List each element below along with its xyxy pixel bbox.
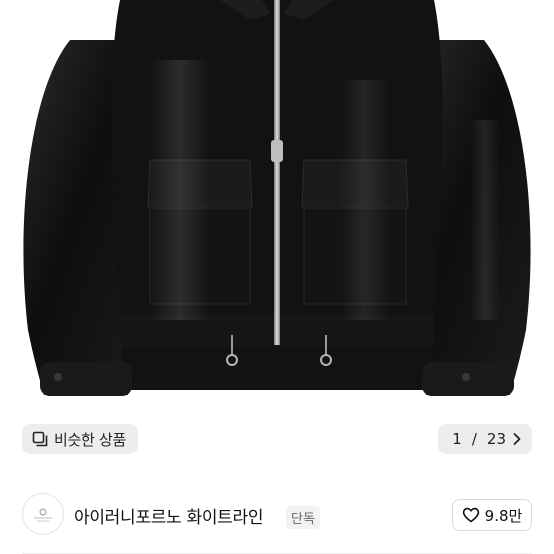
- similar-products-label: 비슷한 상품: [54, 430, 126, 449]
- product-image[interactable]: 비슷한 상품 1 / 23: [0, 0, 554, 471]
- shop-name[interactable]: 아이러니포르노 화이트라인: [74, 503, 263, 528]
- shop-logo[interactable]: [22, 493, 64, 535]
- image-counter-total: 23: [486, 430, 506, 448]
- image-counter-current: 1: [452, 430, 462, 448]
- product-detail-screen: 비슷한 상품 1 / 23 아이러니포르노 화이트라인 단독 9.8만: [0, 0, 554, 554]
- jacket-photo: [23, 0, 531, 396]
- exclusive-badge: 단독: [286, 506, 320, 529]
- chevron-right-icon: [513, 433, 521, 445]
- image-counter-separator: /: [471, 430, 477, 448]
- like-count: 9.8만: [484, 506, 523, 525]
- like-button[interactable]: 9.8만: [452, 499, 532, 531]
- image-counter-button[interactable]: 1 / 23: [438, 424, 532, 454]
- shop-info-row: 아이러니포르노 화이트라인 단독 9.8만: [0, 471, 554, 554]
- similar-products-button[interactable]: 비슷한 상품: [22, 424, 138, 454]
- similar-products-icon: [32, 431, 48, 447]
- heart-outline-icon: [462, 507, 479, 523]
- shop-logo-mark: [34, 508, 52, 522]
